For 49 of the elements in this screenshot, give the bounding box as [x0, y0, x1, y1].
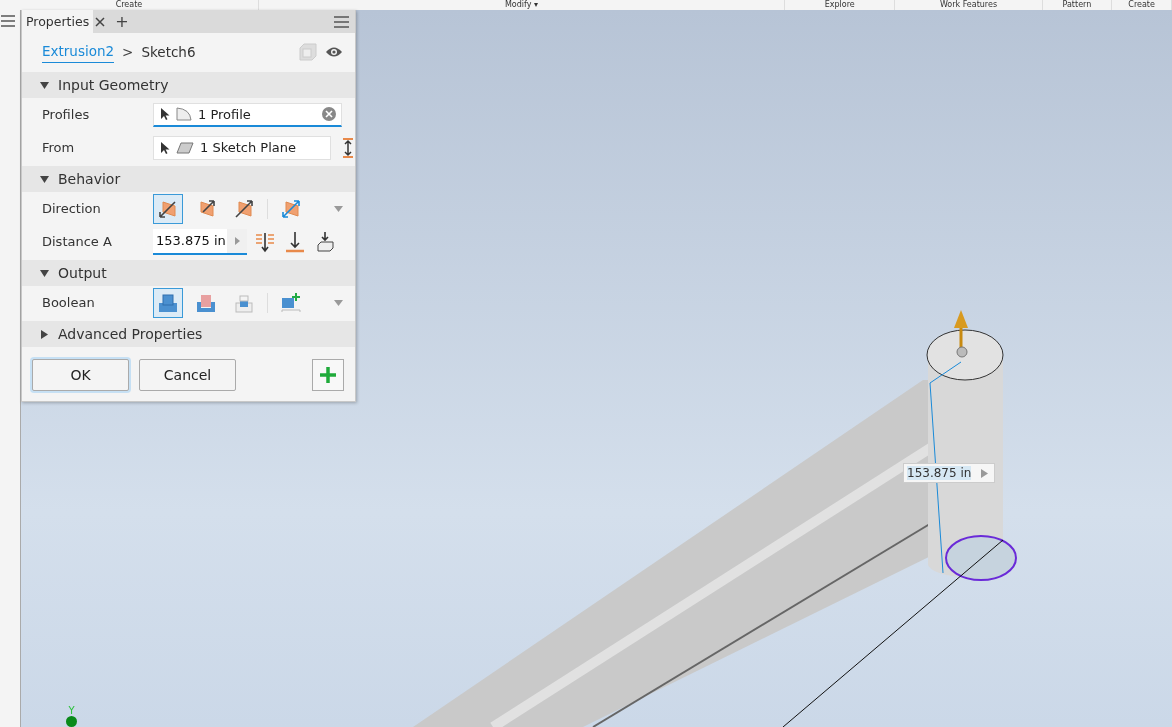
- section-header[interactable]: Behavior: [22, 166, 355, 192]
- menu-icon[interactable]: [334, 15, 349, 28]
- selection-field[interactable]: 1 Sketch Plane: [153, 135, 331, 160]
- section-header[interactable]: Advanced Properties: [22, 321, 355, 347]
- axis-triad: Y: [66, 706, 77, 727]
- breadcrumb-separator: >: [122, 43, 134, 60]
- close-icon[interactable]: [95, 16, 106, 27]
- expand-triangle-icon[interactable]: [40, 80, 49, 90]
- ok-button[interactable]: OK: [32, 359, 129, 391]
- expand-triangle-icon[interactable]: [40, 329, 49, 339]
- play-arrow-icon[interactable]: [234, 236, 240, 245]
- section-header[interactable]: Input Geometry: [22, 72, 355, 98]
- apply-button[interactable]: [312, 359, 344, 391]
- cursor-icon: [160, 107, 170, 121]
- profile-icon: [176, 107, 192, 121]
- direction-icon: [233, 197, 255, 220]
- distance-input[interactable]: 153.875 in: [153, 228, 247, 255]
- add-tab-button[interactable]: +: [115, 12, 129, 31]
- field-label: Direction: [42, 201, 102, 216]
- plane-icon: [176, 141, 194, 154]
- cursor-icon: [160, 140, 170, 155]
- boolean-icon: [280, 291, 302, 314]
- symmetric-icon[interactable]: [255, 230, 275, 253]
- dropdown-caret-icon[interactable]: [334, 205, 343, 212]
- dropdown-caret-icon[interactable]: [334, 299, 343, 306]
- properties-tab[interactable]: Properties: [22, 10, 94, 33]
- direction-button[interactable]: [153, 193, 183, 224]
- direction-icon: [280, 197, 302, 220]
- to-face-icon[interactable]: [285, 230, 305, 253]
- plus-icon: [319, 366, 337, 384]
- sketch-link[interactable]: Sketch6: [141, 43, 196, 60]
- play-arrow-icon[interactable]: [981, 468, 989, 478]
- selection-field[interactable]: 1 Profile: [153, 102, 342, 127]
- boolean-icon: [157, 291, 179, 314]
- clear-icon[interactable]: [322, 107, 336, 121]
- dimension-input[interactable]: 153.875 in: [903, 463, 996, 483]
- eye-icon[interactable]: [325, 45, 343, 58]
- field-label: From: [42, 140, 76, 155]
- field-label: Profiles: [42, 107, 91, 122]
- field-label: Distance A: [42, 234, 113, 249]
- section-header[interactable]: Output: [22, 260, 355, 286]
- flip-icon[interactable]: [342, 137, 354, 158]
- expand-triangle-icon[interactable]: [40, 268, 49, 278]
- field-label: Boolean: [42, 295, 96, 310]
- menu-icon[interactable]: [1, 15, 15, 27]
- boolean-button[interactable]: [153, 287, 183, 318]
- to-body-icon[interactable]: [315, 230, 335, 253]
- cancel-button[interactable]: Cancel: [139, 359, 236, 391]
- expand-triangle-icon[interactable]: [40, 174, 49, 184]
